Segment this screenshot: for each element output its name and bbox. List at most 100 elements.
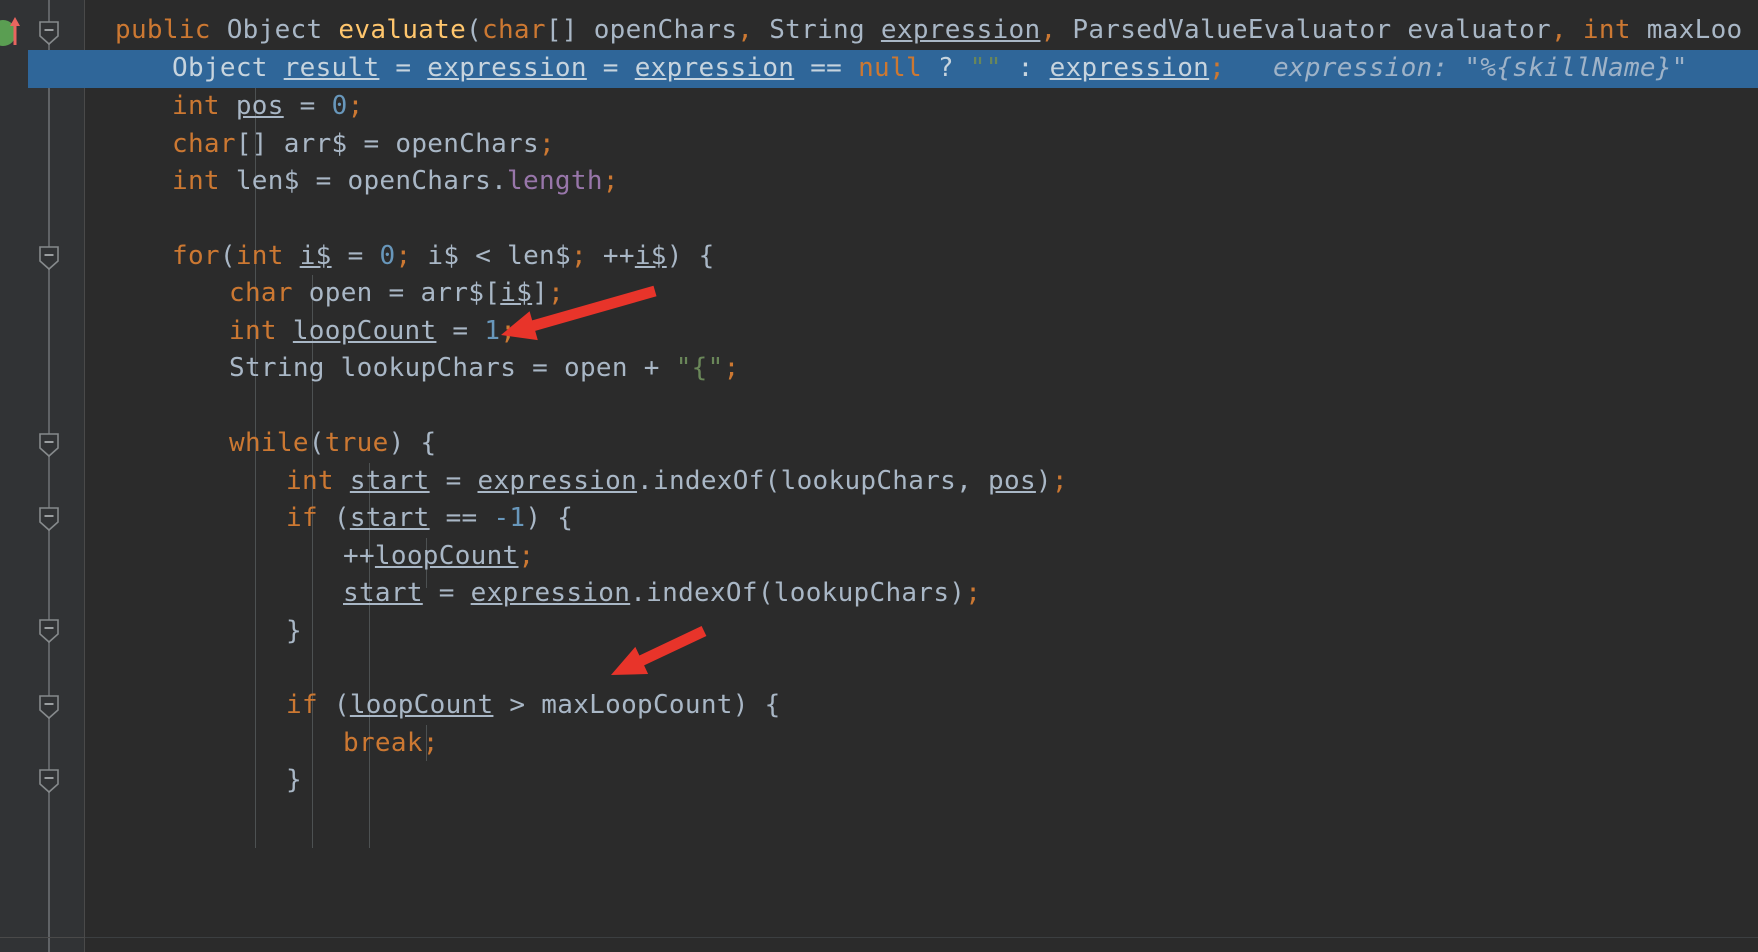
code-token: = xyxy=(586,53,635,83)
code-token: expression xyxy=(1049,53,1210,83)
code-token: while xyxy=(229,428,309,458)
code-token: ( xyxy=(308,428,325,458)
code-token: ( xyxy=(317,503,350,533)
fold-marker-block-end[interactable] xyxy=(38,768,60,794)
line-if-start-neg1[interactable]: if (start == -1) { xyxy=(85,500,1758,538)
code-token: -1 xyxy=(493,503,526,533)
code-token: , xyxy=(1550,15,1567,45)
fold-marker-method[interactable] xyxy=(38,20,60,46)
fold-marker-if-loopcount[interactable] xyxy=(38,694,60,720)
code-token: ; xyxy=(422,728,439,758)
code-token: ( xyxy=(466,15,483,45)
code-token: i$ < len$ xyxy=(411,241,571,271)
bottom-rule-gutter xyxy=(0,937,85,938)
code-token: = xyxy=(379,53,428,83)
code-token: ; xyxy=(518,541,535,571)
code-token: == xyxy=(794,53,859,83)
code-token: 1 xyxy=(484,316,501,346)
code-token: = xyxy=(283,91,332,121)
code-token: ) xyxy=(1035,466,1052,496)
line-if-loopcount-max[interactable]: if (loopCount > maxLoopCount) { xyxy=(85,687,1758,725)
code-token: ; xyxy=(395,241,412,271)
code-token: ; xyxy=(1051,466,1068,496)
line-char-open[interactable]: char open = arr$[i$]; xyxy=(85,275,1758,313)
line-close-if-1[interactable]: } xyxy=(85,613,1758,651)
inline-debugger-hint[interactable]: expression: "%{skillName}" xyxy=(1225,53,1688,83)
code-token: .indexOf(lookupChars, xyxy=(637,466,989,496)
code-text-area[interactable]: public Object evaluate(char[] openChars,… xyxy=(85,0,1758,952)
code-token: ; xyxy=(548,278,565,308)
code-token: int xyxy=(172,166,220,196)
code-token: ) { xyxy=(388,428,437,458)
fold-gutter[interactable] xyxy=(28,0,84,952)
code-token: start xyxy=(349,466,430,496)
red-up-arrow-icon[interactable] xyxy=(9,16,21,46)
code-token: char xyxy=(482,15,546,45)
code-token: : xyxy=(1001,53,1050,83)
code-editor[interactable]: public Object evaluate(char[] openChars,… xyxy=(0,0,1758,952)
line-char-arr[interactable]: char[] arr$ = openChars; xyxy=(85,126,1758,164)
code-token: ; xyxy=(602,166,619,196)
line-close-if-2[interactable]: } xyxy=(85,762,1758,800)
code-token: } xyxy=(286,765,302,795)
code-token: result xyxy=(283,53,380,83)
code-token: ( xyxy=(317,690,350,720)
line-int-len[interactable]: int len$ = openChars.length; xyxy=(85,163,1758,201)
code-token: ; xyxy=(965,578,982,608)
line-break[interactable]: break; xyxy=(85,725,1758,763)
code-token: for xyxy=(172,241,220,271)
icon-gutter[interactable] xyxy=(0,0,28,952)
code-token: if xyxy=(286,503,318,533)
code-token: = xyxy=(422,578,471,608)
line-int-pos[interactable]: int pos = 0; xyxy=(85,88,1758,126)
code-token: ; xyxy=(1209,53,1226,83)
fold-marker-if-start[interactable] xyxy=(38,506,60,532)
code-token: [] openChars xyxy=(545,15,738,45)
code-token: = xyxy=(429,466,478,496)
fold-marker-for-loop[interactable] xyxy=(38,245,60,271)
line-loopcount-init[interactable]: int loopCount = 1; xyxy=(85,313,1758,351)
code-token: open = arr$[ xyxy=(292,278,501,308)
code-token: 0 xyxy=(379,241,396,271)
code-token: break xyxy=(343,728,423,758)
line-int-start[interactable]: int start = expression.indexOf(lookupCha… xyxy=(85,463,1758,501)
code-token: ; xyxy=(538,129,555,159)
line-lookupchars[interactable]: String lookupChars = open + "{"; xyxy=(85,350,1758,388)
code-token: int xyxy=(172,91,220,121)
line-start-indexof[interactable]: start = expression.indexOf(lookupChars); xyxy=(85,575,1758,613)
code-token: ? xyxy=(921,53,970,83)
code-token: ] xyxy=(532,278,549,308)
code-token: i$ xyxy=(634,241,667,271)
code-token: .indexOf(lookupChars) xyxy=(630,578,966,608)
code-token: expression xyxy=(427,53,587,83)
fold-marker-if-end[interactable] xyxy=(38,618,60,644)
line-for-loop[interactable]: for(int i$ = 0; i$ < len$; ++i$) { xyxy=(85,238,1758,276)
line-increment-loopcount[interactable]: ++loopCount; xyxy=(85,538,1758,576)
code-token: if xyxy=(286,690,318,720)
line-while-true[interactable]: while(true) { xyxy=(85,425,1758,463)
code-token: char xyxy=(172,129,236,159)
code-token: int xyxy=(286,466,334,496)
code-token: length xyxy=(507,166,603,196)
fold-marker-while-loop[interactable] xyxy=(38,432,60,458)
code-token: expression xyxy=(880,15,1041,45)
code-token: String xyxy=(753,15,881,45)
code-token: , xyxy=(737,15,754,45)
code-token: int xyxy=(229,316,277,346)
code-token: int xyxy=(235,241,284,271)
code-token: maxLoo xyxy=(1630,15,1743,45)
line-method-signature[interactable]: public Object evaluate(char[] openChars,… xyxy=(85,12,1758,50)
code-token: == xyxy=(429,503,494,533)
code-token: expression xyxy=(634,53,795,83)
code-token: "" xyxy=(969,53,1002,83)
code-token: String lookupChars = open + xyxy=(229,353,676,383)
line-object-result[interactable]: Object result = expression = expression … xyxy=(85,50,1758,88)
code-token: i$ xyxy=(500,278,533,308)
fold-thread-line xyxy=(48,0,50,952)
code-token: i$ xyxy=(299,241,332,271)
code-token: evaluate xyxy=(338,15,467,45)
code-token: Object xyxy=(226,15,323,45)
